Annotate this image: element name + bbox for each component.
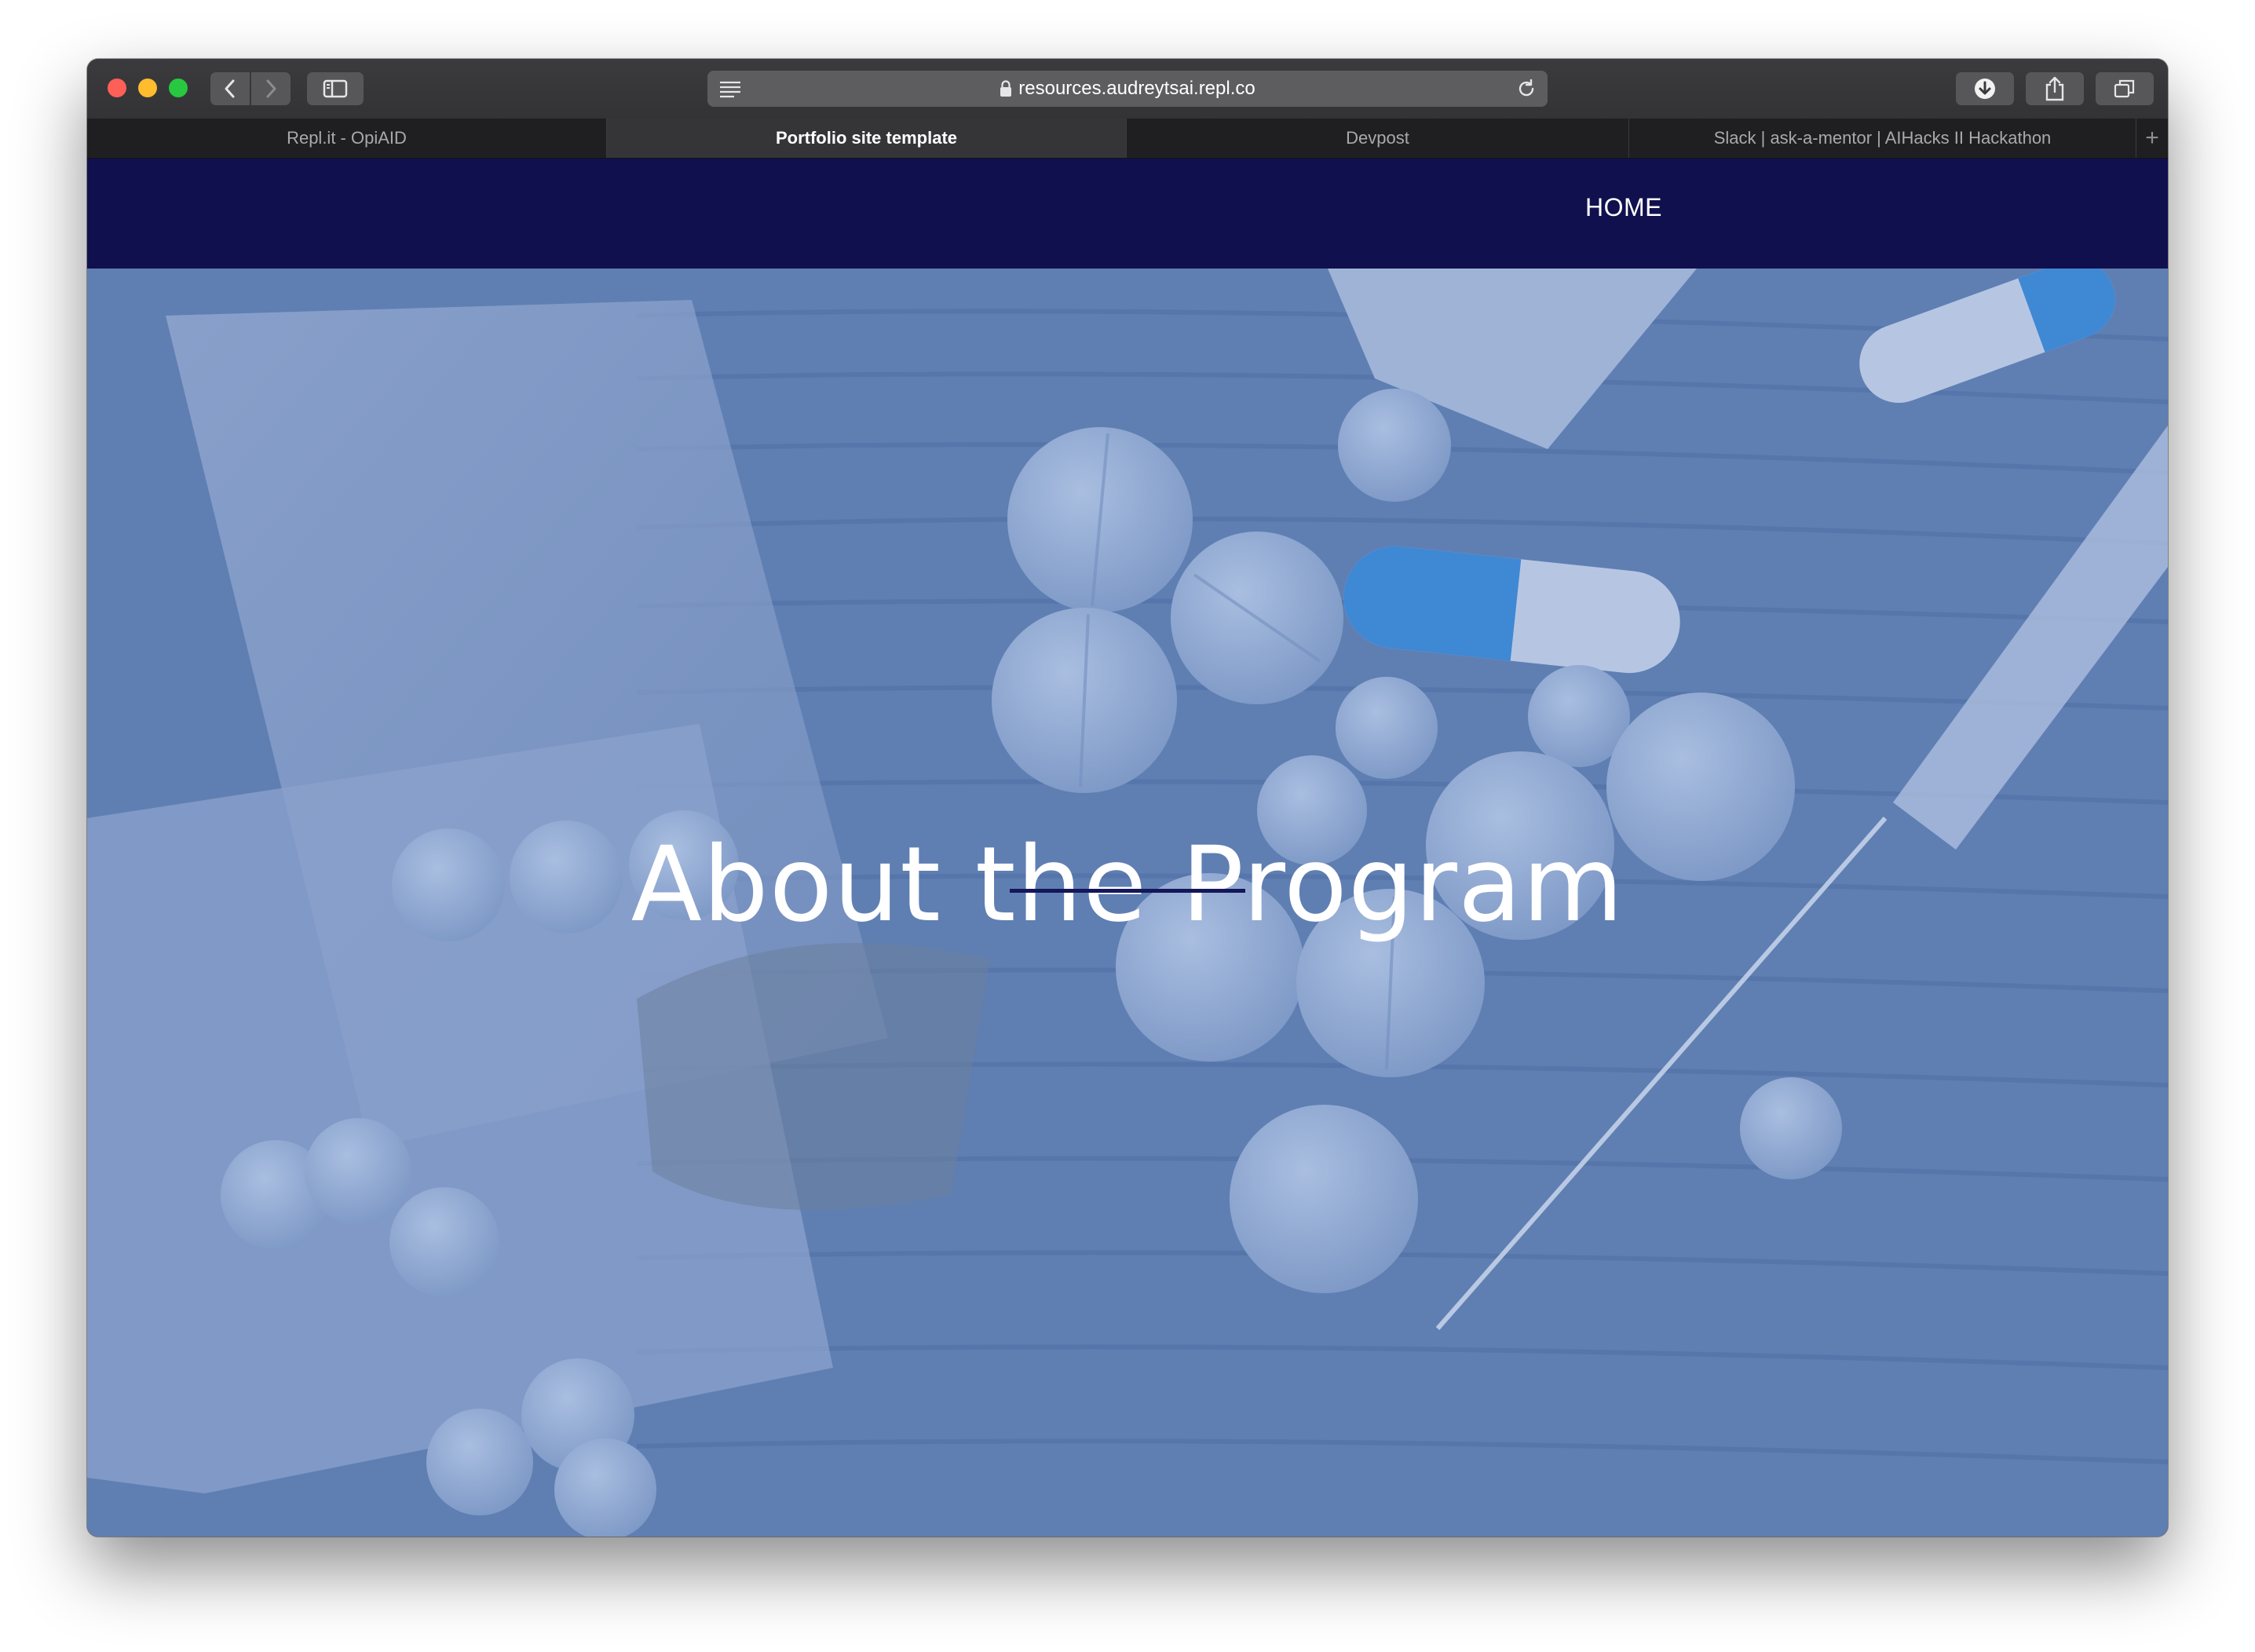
tab-devpost[interactable]: Devpost — [1127, 119, 1629, 158]
share-button[interactable] — [2026, 72, 2084, 105]
back-icon — [225, 79, 235, 98]
address-bar[interactable]: resources.audreytsai.repl.co — [707, 71, 1548, 107]
url-text: resources.audreytsai.repl.co — [1018, 78, 1255, 99]
tab-overview-button[interactable] — [2096, 72, 2154, 105]
tab-bar: Repl.it - OpiAID Portfolio site template… — [87, 119, 2168, 159]
sidebar-icon — [323, 79, 348, 98]
reload-button[interactable] — [1516, 79, 1537, 103]
tab-slack-ask-a-mentor[interactable]: Slack | ask-a-mentor | AIHacks II Hackat… — [1629, 119, 2136, 158]
web-page: HOME About the Program — [87, 159, 2168, 1537]
tab-portfolio-site-template[interactable]: Portfolio site template — [607, 119, 1127, 158]
desktop-background: resources.audreytsai.repl.co Repl.it - O… — [0, 0, 2255, 1652]
maximize-window-button[interactable] — [169, 79, 188, 97]
hero-section: About the Program — [87, 269, 2168, 1537]
forward-button[interactable] — [251, 72, 291, 105]
hero-title: About the Program — [630, 824, 1625, 946]
nav-home-link[interactable]: HOME — [1585, 193, 1662, 222]
share-icon — [2045, 76, 2064, 101]
tab-replit-opiaid[interactable]: Repl.it - OpiAID — [87, 119, 607, 158]
download-icon — [1975, 79, 1995, 99]
minimize-window-button[interactable] — [138, 79, 157, 97]
downloads-button[interactable] — [1956, 72, 2014, 105]
new-tab-button[interactable]: + — [2136, 119, 2168, 158]
sidebar-toggle-button[interactable] — [307, 72, 364, 105]
browser-window: resources.audreytsai.repl.co Repl.it - O… — [87, 59, 2168, 1537]
hero-title-underline — [1010, 889, 1245, 893]
lock-icon — [1000, 80, 1012, 97]
site-navbar: HOME — [87, 159, 2168, 269]
browser-toolbar: resources.audreytsai.repl.co — [87, 59, 2168, 119]
tabs-overview-icon — [2114, 79, 2135, 98]
forward-icon — [266, 79, 276, 98]
back-button[interactable] — [210, 72, 250, 105]
reload-icon — [1519, 79, 1534, 97]
close-window-button[interactable] — [108, 79, 126, 97]
